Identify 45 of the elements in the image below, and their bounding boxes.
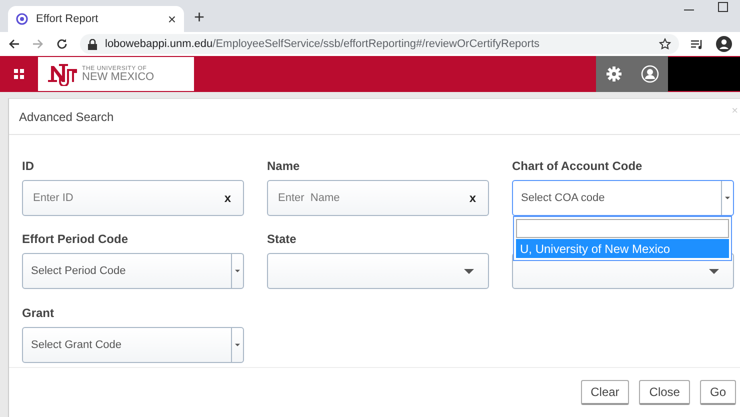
settings-icon[interactable] bbox=[606, 66, 622, 82]
select-field[interactable]: Select Grant Code bbox=[22, 326, 244, 363]
user-icon[interactable] bbox=[640, 65, 658, 83]
address-bar[interactable]: lobowebappi.unm.edu/EmployeeSelfService/ssb/effortReporting#/reviewOrCertifyReports bbox=[80, 34, 679, 54]
x-mark[interactable]: x bbox=[224, 191, 231, 205]
field-label: Name bbox=[267, 159, 301, 173]
dialog-title: Advanced Search bbox=[19, 110, 114, 124]
url-host: lobowebappi.unm.edu bbox=[105, 38, 213, 50]
back-icon[interactable] bbox=[8, 38, 20, 50]
lock-icon bbox=[88, 38, 97, 50]
url-path: /EmployeeSelfService/ssb/effortReporting#/reviewOrCertifyReports bbox=[212, 38, 540, 50]
dialog-button[interactable]: Go bbox=[700, 380, 736, 405]
profile-icon[interactable] bbox=[716, 36, 732, 52]
star-icon[interactable] bbox=[659, 38, 671, 50]
field-label: State bbox=[267, 232, 298, 246]
x-mark[interactable]: x bbox=[469, 191, 476, 205]
apps-menu-icon[interactable] bbox=[14, 69, 24, 79]
field-label: Grant bbox=[22, 306, 56, 320]
redacted-block bbox=[668, 57, 740, 91]
input-field[interactable]: Enter ID x bbox=[22, 180, 244, 216]
select-field[interactable]: Select Period Code bbox=[22, 253, 244, 290]
dialog-button[interactable]: Clear bbox=[580, 380, 630, 405]
caret-icon bbox=[709, 268, 719, 274]
maximize-icon[interactable] bbox=[718, 2, 728, 12]
caret-icon bbox=[464, 268, 474, 274]
browser-tab[interactable]: Effort Report × bbox=[8, 6, 184, 32]
tab-title: Effort Report bbox=[36, 13, 100, 25]
close-tab-button[interactable]: × bbox=[168, 11, 176, 27]
caret-icon bbox=[725, 196, 730, 200]
logo-icon bbox=[46, 62, 78, 86]
field-label: Chart of Account Code bbox=[512, 159, 644, 173]
dropdown-field[interactable] bbox=[267, 253, 489, 290]
search-field[interactable] bbox=[516, 219, 729, 238]
reload-icon[interactable] bbox=[56, 38, 68, 50]
site-icon bbox=[16, 13, 28, 25]
logo-title: NEW MEXICO bbox=[82, 72, 154, 82]
new-tab-button[interactable]: + bbox=[194, 7, 205, 28]
input-field[interactable]: Enter Name x bbox=[267, 180, 489, 216]
dialog-button[interactable]: Close bbox=[639, 380, 690, 405]
field-label: Effort Period Code bbox=[22, 232, 130, 246]
caret-icon bbox=[235, 269, 240, 274]
caret-icon bbox=[235, 342, 240, 347]
field-label: ID bbox=[22, 159, 35, 173]
select-field[interactable]: Select COA code bbox=[512, 180, 734, 216]
media-icon[interactable] bbox=[691, 38, 704, 50]
